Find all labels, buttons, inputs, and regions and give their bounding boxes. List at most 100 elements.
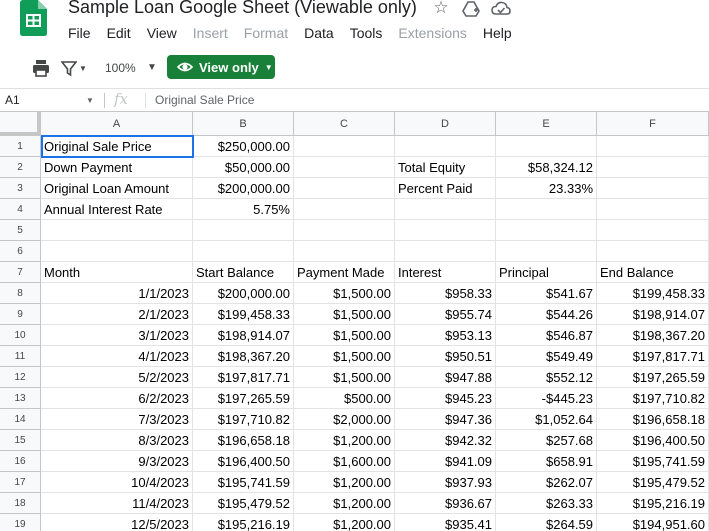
menu-extensions[interactable]: Extensions [390, 24, 474, 44]
cell-d18[interactable]: $936.67 [395, 493, 496, 514]
cell-b3[interactable]: $200,000.00 [193, 178, 294, 199]
cell-f19[interactable]: $194,951.60 [597, 514, 709, 531]
cell-e18[interactable]: $263.33 [496, 493, 597, 514]
cell-a8[interactable]: 1/1/2023 [41, 283, 193, 304]
row-header[interactable]: 16 [0, 451, 41, 472]
cell-d14[interactable]: $947.36 [395, 409, 496, 430]
name-box[interactable]: A1 [5, 93, 20, 107]
cell-a19[interactable]: 12/5/2023 [41, 514, 193, 531]
cell-b1[interactable]: $250,000.00 [193, 136, 294, 157]
menu-edit[interactable]: Edit [99, 24, 139, 44]
cell-a9[interactable]: 2/1/2023 [41, 304, 193, 325]
zoom-dropdown-caret-icon[interactable]: ▼ [147, 62, 157, 73]
row-header[interactable]: 12 [0, 367, 41, 388]
cell-e11[interactable]: $549.49 [496, 346, 597, 367]
cell-c10[interactable]: $1,500.00 [294, 325, 395, 346]
row-header[interactable]: 15 [0, 430, 41, 451]
cell-c12[interactable]: $1,500.00 [294, 367, 395, 388]
filter-dropdown-caret-icon[interactable]: ▼ [79, 57, 87, 79]
cell-c19[interactable]: $1,200.00 [294, 514, 395, 531]
menu-data[interactable]: Data [296, 24, 342, 44]
cell-b19[interactable]: $195,216.19 [193, 514, 294, 531]
cell-f17[interactable]: $195,479.52 [597, 472, 709, 493]
row-header[interactable]: 10 [0, 325, 41, 346]
filter-icon[interactable] [61, 57, 77, 79]
cell-a15[interactable]: 8/3/2023 [41, 430, 193, 451]
row-header[interactable]: 4 [0, 199, 41, 220]
move-to-drive-icon[interactable] [461, 0, 481, 19]
cell-e9[interactable]: $544.26 [496, 304, 597, 325]
cell-f4[interactable] [597, 199, 709, 220]
cell-e1[interactable] [496, 136, 597, 157]
column-header-c[interactable]: C [294, 112, 395, 136]
cell-d1[interactable] [395, 136, 496, 157]
cell-d8[interactable]: $958.33 [395, 283, 496, 304]
cell-b14[interactable]: $197,710.82 [193, 409, 294, 430]
cell-c8[interactable]: $1,500.00 [294, 283, 395, 304]
cell-f13[interactable]: $197,710.82 [597, 388, 709, 409]
name-box-caret-icon[interactable]: ▼ [86, 96, 94, 105]
row-header[interactable]: 9 [0, 304, 41, 325]
column-header-d[interactable]: D [395, 112, 496, 136]
cell-f9[interactable]: $198,914.07 [597, 304, 709, 325]
menu-file[interactable]: File [60, 24, 99, 44]
cell-a1[interactable]: Original Sale Price [41, 136, 193, 157]
cell-c6[interactable] [294, 241, 395, 262]
cell-f14[interactable]: $196,658.18 [597, 409, 709, 430]
cell-e19[interactable]: $264.59 [496, 514, 597, 531]
cell-d2[interactable]: Total Equity [395, 157, 496, 178]
menu-format[interactable]: Format [236, 24, 296, 44]
cell-a3[interactable]: Original Loan Amount [41, 178, 193, 199]
cell-e8[interactable]: $541.67 [496, 283, 597, 304]
row-header[interactable]: 7 [0, 262, 41, 283]
cell-f1[interactable] [597, 136, 709, 157]
cell-e15[interactable]: $257.68 [496, 430, 597, 451]
cell-b9[interactable]: $199,458.33 [193, 304, 294, 325]
view-only-button[interactable]: View only ▼ [167, 55, 275, 79]
cell-d6[interactable] [395, 241, 496, 262]
cell-a5[interactable] [41, 220, 193, 241]
cell-e3[interactable]: 23.33% [496, 178, 597, 199]
cell-a2[interactable]: Down Payment [41, 157, 193, 178]
cell-c3[interactable] [294, 178, 395, 199]
cell-b11[interactable]: $198,367.20 [193, 346, 294, 367]
cell-c2[interactable] [294, 157, 395, 178]
column-header-f[interactable]: F [597, 112, 709, 136]
cell-f6[interactable] [597, 241, 709, 262]
document-title[interactable]: Sample Loan Google Sheet (Viewable only) [68, 0, 417, 18]
row-header[interactable]: 18 [0, 493, 41, 514]
row-header[interactable]: 14 [0, 409, 41, 430]
cell-c7[interactable]: Payment Made [294, 262, 395, 283]
cell-d11[interactable]: $950.51 [395, 346, 496, 367]
cell-f7[interactable]: End Balance [597, 262, 709, 283]
cell-b2[interactable]: $50,000.00 [193, 157, 294, 178]
cell-b17[interactable]: $195,741.59 [193, 472, 294, 493]
sheets-logo-icon[interactable] [20, 0, 47, 36]
cell-c15[interactable]: $1,200.00 [294, 430, 395, 451]
row-header[interactable]: 5 [0, 220, 41, 241]
cell-d15[interactable]: $942.32 [395, 430, 496, 451]
row-header[interactable]: 8 [0, 283, 41, 304]
cell-b5[interactable] [193, 220, 294, 241]
cell-f18[interactable]: $195,216.19 [597, 493, 709, 514]
column-header-a[interactable]: A [41, 112, 193, 136]
cell-d5[interactable] [395, 220, 496, 241]
cell-f3[interactable] [597, 178, 709, 199]
cell-e13[interactable]: -$445.23 [496, 388, 597, 409]
cloud-status-icon[interactable] [491, 0, 511, 19]
menu-insert[interactable]: Insert [185, 24, 236, 44]
cell-e10[interactable]: $546.87 [496, 325, 597, 346]
row-header[interactable]: 2 [0, 157, 41, 178]
cell-b18[interactable]: $195,479.52 [193, 493, 294, 514]
cell-f2[interactable] [597, 157, 709, 178]
cell-b10[interactable]: $198,914.07 [193, 325, 294, 346]
menu-tools[interactable]: Tools [342, 24, 391, 44]
cell-b7[interactable]: Start Balance [193, 262, 294, 283]
cell-e7[interactable]: Principal [496, 262, 597, 283]
cell-e17[interactable]: $262.07 [496, 472, 597, 493]
cell-e2[interactable]: $58,324.12 [496, 157, 597, 178]
star-icon[interactable]: ☆ [431, 0, 451, 18]
cell-f16[interactable]: $195,741.59 [597, 451, 709, 472]
cell-c1[interactable] [294, 136, 395, 157]
row-header[interactable]: 19 [0, 514, 41, 531]
